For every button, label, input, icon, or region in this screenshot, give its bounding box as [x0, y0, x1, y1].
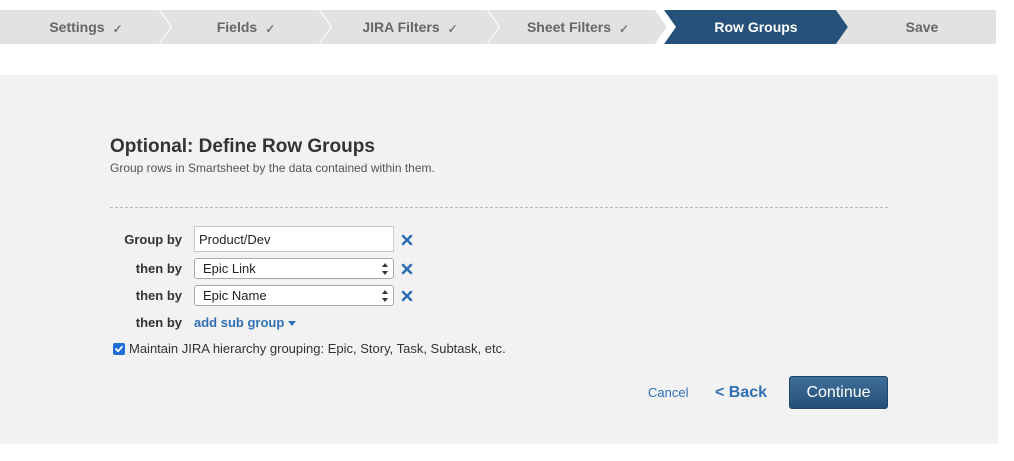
step-label: Row Groups	[714, 19, 798, 35]
step-label: Settings	[49, 19, 105, 35]
step-content: Row Groups	[714, 19, 797, 35]
checkmark-icon	[115, 345, 123, 353]
check-icon: ✓	[618, 22, 630, 36]
back-link[interactable]: < Back	[715, 384, 767, 402]
step-content: Save	[894, 19, 939, 35]
step-settings[interactable]: Settings ✓	[0, 10, 172, 44]
caret-down-icon	[288, 320, 297, 326]
page-subtitle: Group rows in Smartsheet by the data con…	[110, 161, 435, 175]
step-label: Sheet Filters	[526, 19, 611, 35]
select-arrows-icon	[382, 263, 388, 275]
step-sheet-filters[interactable]: Sheet Filters ✓	[488, 10, 668, 44]
check-icon: ✓	[447, 22, 458, 36]
remove-group-icon[interactable]	[401, 263, 413, 275]
step-label: Save	[905, 19, 939, 35]
then-by-select-1[interactable]: Epic Link	[194, 258, 394, 279]
divider	[110, 207, 888, 208]
step-content: JIRA Filters ✓	[362, 19, 458, 36]
remove-group-icon[interactable]	[401, 290, 413, 302]
group-by-label: Group by	[124, 232, 182, 247]
step-fields[interactable]: Fields ✓	[160, 10, 332, 44]
step-row-groups[interactable]: Row Groups	[664, 10, 848, 44]
then-by-label-2: then by	[135, 288, 182, 303]
select-value: Epic Name	[203, 288, 267, 303]
step-label: JIRA Filters	[362, 19, 440, 35]
then-by-select-2[interactable]: Epic Name	[194, 285, 394, 306]
maintain-hierarchy-label: Maintain JIRA hierarchy grouping: Epic, …	[129, 341, 506, 356]
continue-button[interactable]: Continue	[789, 376, 888, 409]
then-by-label-1: then by	[135, 261, 182, 276]
wizard-steps: Settings ✓ Fields ✓ JIRA Filters ✓ Sheet…	[0, 10, 996, 44]
select-value: Epic Link	[203, 261, 256, 276]
step-save[interactable]: Save	[836, 10, 996, 44]
step-content: Settings ✓	[49, 19, 123, 36]
step-label: Fields	[216, 19, 258, 35]
remove-group-icon[interactable]	[401, 234, 413, 246]
step-content: Sheet Filters ✓	[526, 19, 630, 36]
group-by-input[interactable]	[194, 226, 394, 252]
add-sub-group-link[interactable]: add sub group	[194, 315, 297, 330]
step-content: Fields ✓	[216, 19, 276, 36]
select-arrows-icon	[382, 290, 388, 302]
check-icon: ✓	[112, 22, 123, 36]
maintain-hierarchy-checkbox[interactable]	[113, 343, 125, 355]
add-sub-group-label: add sub group	[194, 315, 285, 330]
page-title: Optional: Define Row Groups	[110, 136, 375, 157]
cancel-link[interactable]: Cancel	[648, 385, 688, 400]
step-jira-filters[interactable]: JIRA Filters ✓	[320, 10, 500, 44]
then-by-label-3: then by	[135, 315, 182, 330]
check-icon: ✓	[265, 22, 276, 36]
